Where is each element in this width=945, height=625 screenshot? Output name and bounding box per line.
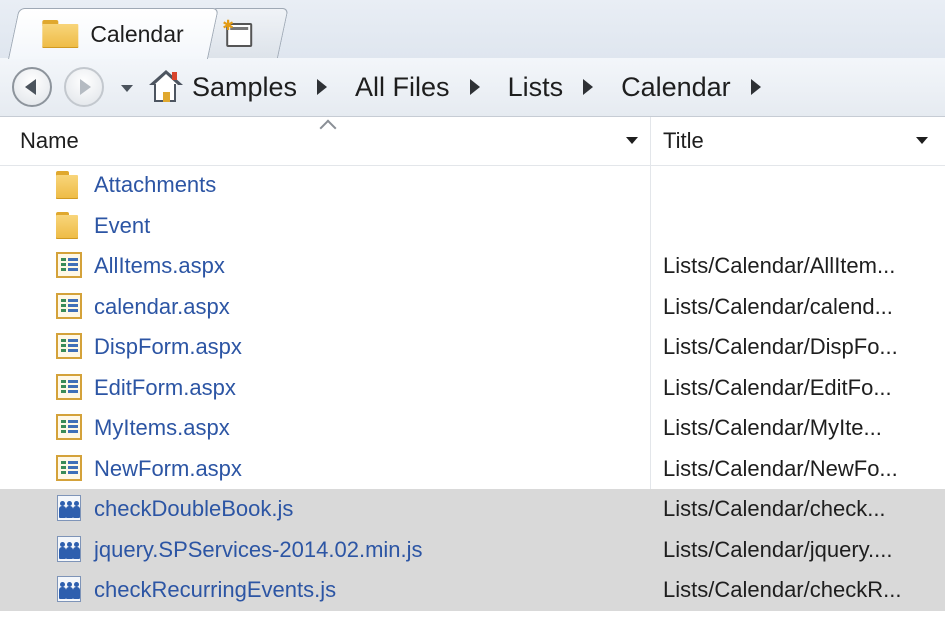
list-item[interactable]: checkRecurringEvents.js Lists/Calendar/ch… (0, 570, 945, 611)
history-dropdown-icon[interactable] (121, 85, 133, 92)
list-header: Name Title (0, 117, 945, 166)
aspx-file-icon (56, 454, 84, 483)
folder-icon (42, 20, 79, 48)
item-title: Lists/Calendar/MyIte... (663, 415, 882, 440)
column-dropdown-icon[interactable] (916, 137, 928, 144)
folder-icon (56, 171, 84, 199)
sort-ascending-icon (320, 119, 336, 129)
address-bar: Samples All Files Lists Calendar (0, 58, 945, 117)
list-rows: Attachments Event AllItems.aspx Lists/Calen… (0, 165, 945, 611)
list-item[interactable]: MyItems.aspx Lists/Calendar/MyIte... (0, 408, 945, 449)
js-file-icon (56, 535, 84, 564)
list-item[interactable]: AllItems.aspx Lists/Calendar/AllItem... (0, 246, 945, 287)
chevron-right-icon[interactable] (583, 79, 594, 95)
item-title: Lists/Calendar/AllItem... (663, 253, 896, 278)
item-name[interactable]: NewForm.aspx (94, 456, 242, 482)
item-title: Lists/Calendar/calend... (663, 293, 893, 319)
aspx-file-icon (56, 333, 84, 361)
breadcrumb-item-all-files[interactable]: All Files (353, 72, 452, 103)
item-name[interactable]: DispForm.aspx (94, 334, 242, 360)
breadcrumb-item-samples[interactable]: Samples (190, 72, 299, 103)
chevron-right-icon[interactable] (469, 79, 480, 95)
list-item[interactable]: Event (0, 206, 945, 247)
home-icon[interactable] (148, 70, 184, 104)
column-header-name[interactable]: Name (20, 128, 79, 154)
item-name[interactable]: EditForm.aspx (94, 375, 236, 401)
aspx-file-icon (56, 414, 84, 442)
column-header-title[interactable]: Title (663, 128, 704, 154)
item-name[interactable]: Event (94, 213, 150, 239)
new-tab-icon: ✱ (222, 17, 254, 49)
tab-calendar[interactable]: Calendar (8, 8, 219, 59)
tab-strip: Calendar ✱ (0, 0, 945, 59)
item-name[interactable]: checkRecurringEvents.js (94, 577, 336, 603)
folder-icon (56, 211, 84, 240)
breadcrumb-item-calendar[interactable]: Calendar (619, 72, 733, 103)
breadcrumb: Samples All Files Lists Calendar (190, 58, 787, 116)
list-item[interactable]: DispForm.aspx Lists/Calendar/DispFo... (0, 327, 945, 368)
list-item[interactable]: checkDoubleBook.js Lists/Calendar/check..… (0, 489, 945, 530)
chevron-right-icon[interactable] (317, 79, 328, 95)
item-title: Lists/Calendar/check... (663, 496, 886, 521)
chevron-right-icon[interactable] (750, 79, 761, 95)
tab-label: Calendar (90, 20, 184, 47)
item-name[interactable]: AllItems.aspx (94, 253, 225, 279)
list-item[interactable]: EditForm.aspx Lists/Calendar/EditFo... (0, 368, 945, 409)
item-title: Lists/Calendar/EditFo... (663, 374, 892, 400)
item-title: Lists/Calendar/jquery.... (663, 536, 893, 562)
aspx-file-icon (56, 292, 84, 321)
item-title: Lists/Calendar/DispFo... (663, 334, 898, 359)
aspx-file-icon (56, 252, 84, 280)
forward-arrow-icon (80, 79, 91, 95)
aspx-file-icon (56, 373, 84, 402)
list-item[interactable]: Attachments (0, 165, 945, 206)
js-file-icon (56, 576, 84, 604)
column-dropdown-icon[interactable] (626, 137, 638, 144)
breadcrumb-item-lists[interactable]: Lists (506, 72, 566, 103)
forward-button[interactable] (64, 67, 104, 107)
item-name[interactable]: checkDoubleBook.js (94, 496, 293, 522)
file-list: Name Title Attachments Event AllItems.aspx… (0, 117, 945, 625)
list-item[interactable]: NewForm.aspx Lists/Calendar/NewFo... (0, 449, 945, 490)
list-item[interactable]: calendar.aspx Lists/Calendar/calend... (0, 287, 945, 328)
back-button[interactable] (12, 67, 52, 107)
list-item[interactable]: jquery.SPServices-2014.02.min.js Lists/Ca… (0, 529, 945, 570)
item-name[interactable]: MyItems.aspx (94, 415, 230, 441)
js-file-icon (56, 495, 84, 523)
item-title: Lists/Calendar/NewFo... (663, 455, 898, 481)
item-name[interactable]: Attachments (94, 172, 216, 198)
item-name[interactable]: calendar.aspx (94, 294, 230, 320)
back-arrow-icon (25, 79, 36, 95)
item-name[interactable]: jquery.SPServices-2014.02.min.js (94, 537, 423, 563)
item-title: Lists/Calendar/checkR... (663, 577, 902, 602)
